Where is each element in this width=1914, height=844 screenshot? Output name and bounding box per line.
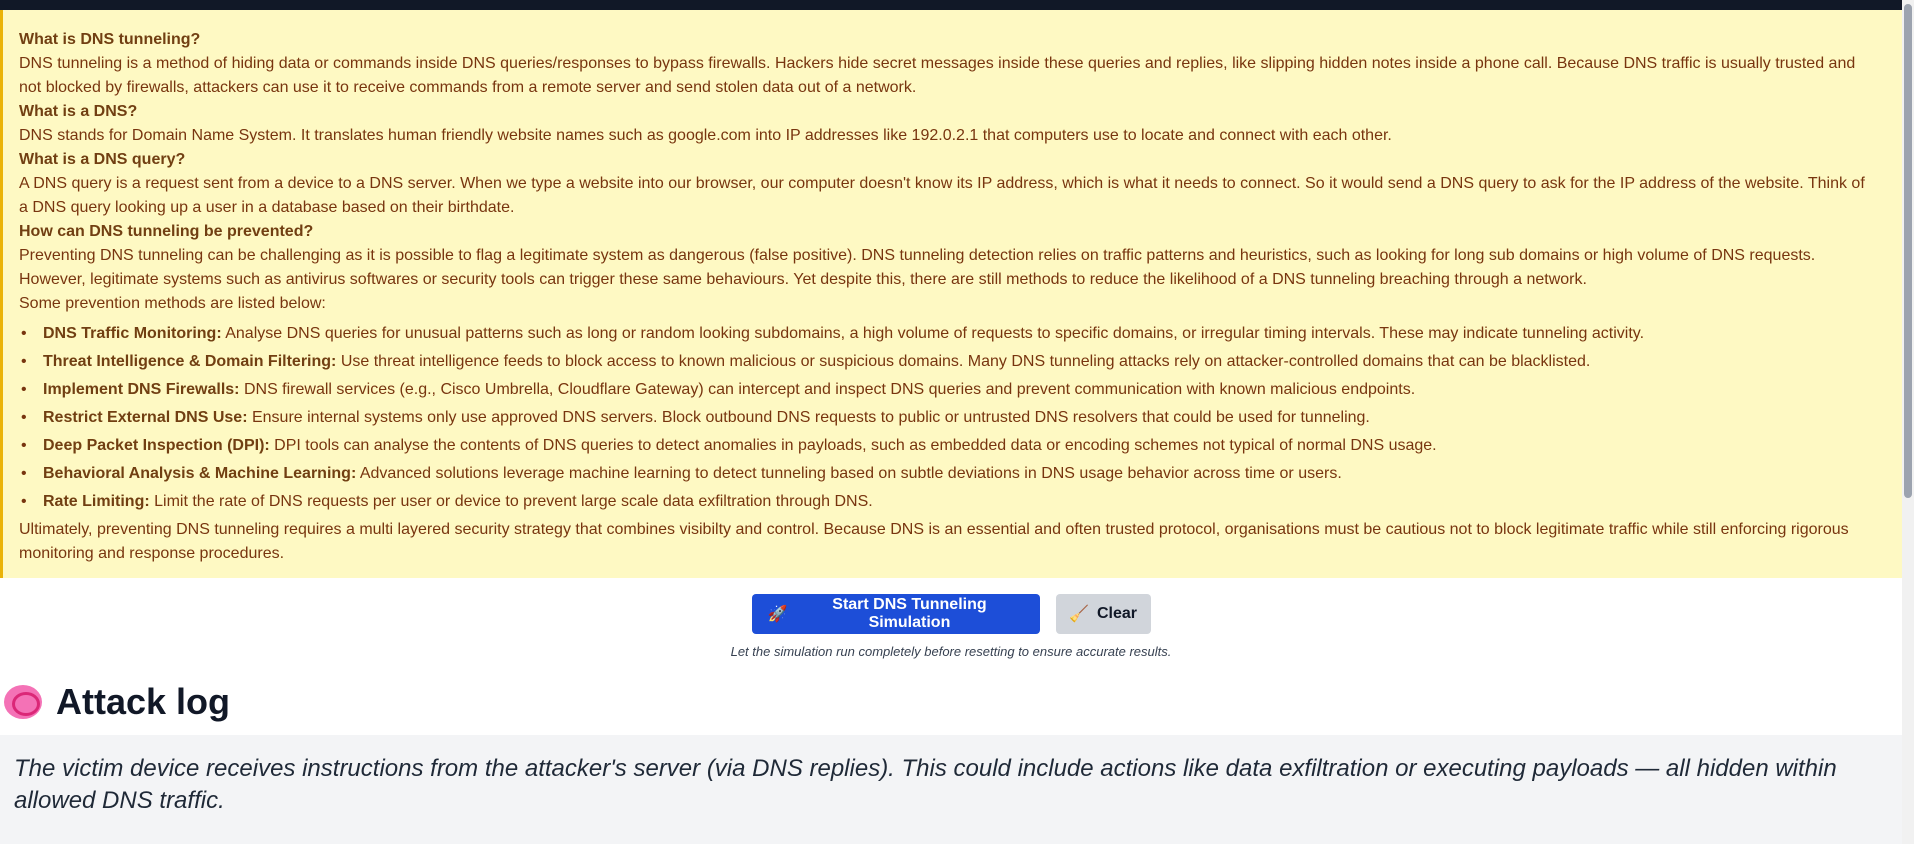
start-simulation-label: Start DNS Tunneling Simulation <box>832 596 987 631</box>
method-title: Threat Intelligence & Domain Filtering: <box>43 353 337 370</box>
answer-text: DNS tunneling is a method of hiding data… <box>19 55 1856 96</box>
list-item: • Deep Packet Inspection (DPI): DPI tools… <box>19 434 1902 458</box>
action-buttons: 🚀 Start DNS Tunneling Simulation 🧹 Clear <box>0 594 1902 634</box>
list-item: • Implement DNS Firewalls: DNS firewall s… <box>19 378 1902 402</box>
page-scrollbar[interactable] <box>1902 0 1914 844</box>
method-title: Rate Limiting: <box>43 493 150 510</box>
question-heading: What is DNS tunneling? <box>19 31 201 48</box>
list-item: • Behavioral Analysis & Machine Learning:… <box>19 462 1902 486</box>
list-item: • DNS Traffic Monitoring: Analyse DNS que… <box>19 322 1902 346</box>
brain-icon <box>4 685 42 719</box>
attack-log-heading: Attack log <box>4 680 230 724</box>
start-simulation-button[interactable]: 🚀 Start DNS Tunneling Simulation <box>751 594 1040 634</box>
attack-log-box: The victim device receives instructions … <box>0 735 1902 844</box>
method-text: Ensure internal systems only use approve… <box>251 409 1370 426</box>
list-intro: Some prevention methods are listed below… <box>19 295 326 312</box>
list-item: • Threat Intelligence & Domain Filtering:… <box>19 350 1902 374</box>
list-item: • Rate Limiting: Limit the rate of DNS re… <box>19 490 1902 514</box>
method-title: Implement DNS Firewalls: <box>43 381 240 398</box>
prevention-methods-list: • DNS Traffic Monitoring: Analyse DNS que… <box>19 322 1902 514</box>
clear-button[interactable]: 🧹 Clear <box>1055 594 1151 634</box>
page: What is DNS tunneling? DNS tunneling is … <box>0 0 1914 844</box>
attack-log-message: The victim device receives instructions … <box>14 755 1837 814</box>
method-text: DNS firewall services (e.g., Cisco Umbre… <box>243 381 1416 398</box>
method-title: Deep Packet Inspection (DPI): <box>43 437 270 454</box>
bullet-icon: • <box>21 409 27 426</box>
attack-log-title: Attack log <box>56 681 231 722</box>
broom-icon: 🧹 <box>1069 606 1089 623</box>
method-title: Behavioral Analysis & Machine Learning: <box>43 465 357 482</box>
answer-text: Preventing DNS tunneling can be challeng… <box>19 247 1816 288</box>
method-title: DNS Traffic Monitoring: <box>43 325 222 342</box>
list-item: • Restrict External DNS Use: Ensure inter… <box>19 406 1902 430</box>
question-heading: What is a DNS? <box>19 103 138 120</box>
method-title: Restrict External DNS Use: <box>43 409 248 426</box>
clear-label: Clear <box>1096 605 1137 622</box>
scrollbar-thumb[interactable] <box>1904 4 1912 498</box>
simulation-hint: Let the simulation run completely before… <box>730 644 1172 659</box>
method-text: DPI tools can analyse the contents of DN… <box>274 437 1437 454</box>
bullet-icon: • <box>21 493 27 510</box>
answer-text: DNS stands for Domain Name System. It tr… <box>19 127 1392 144</box>
bullet-icon: • <box>21 437 27 454</box>
answer-text: A DNS query is a request sent from a dev… <box>19 175 1865 216</box>
rocket-icon: 🚀 <box>767 606 788 623</box>
question-heading: What is a DNS query? <box>19 151 186 168</box>
conclusion-text: Ultimately, preventing DNS tunneling req… <box>19 521 1849 562</box>
method-text: Limit the rate of DNS requests per user … <box>154 493 873 510</box>
bullet-icon: • <box>21 353 27 370</box>
bullet-icon: • <box>21 381 27 398</box>
method-text: Use threat intelligence feeds to block a… <box>340 353 1591 370</box>
question-heading: How can DNS tunneling be prevented? <box>19 223 314 240</box>
dns-info-panel: What is DNS tunneling? DNS tunneling is … <box>0 10 1902 578</box>
bullet-icon: • <box>21 465 27 482</box>
top-bar <box>0 0 1902 10</box>
bullet-icon: • <box>21 325 27 342</box>
method-text: Analyse DNS queries for unusual patterns… <box>225 325 1645 342</box>
method-text: Advanced solutions leverage machine lear… <box>359 465 1342 482</box>
